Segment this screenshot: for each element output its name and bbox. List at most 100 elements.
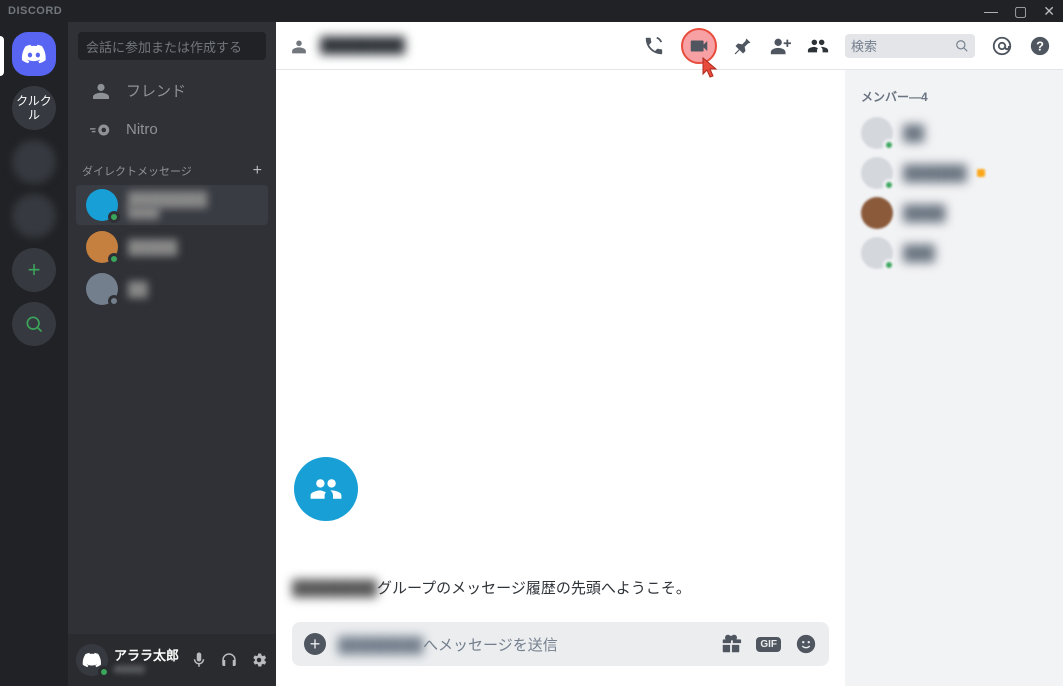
members-header: メンバー—4 [855, 88, 1053, 105]
settings-button[interactable] [250, 651, 268, 669]
dm-header-label: ダイレクトメッセージ [82, 163, 192, 179]
server-item[interactable]: クルクル [12, 86, 56, 130]
cursor-annotation-icon [701, 56, 721, 80]
maximize-button[interactable]: ▢ [1014, 3, 1027, 20]
at-icon [288, 35, 310, 57]
dm-sub: ████ [128, 207, 207, 219]
main-column: ████████ 検索 ? [276, 22, 1063, 686]
badge-icon [977, 169, 985, 177]
deafen-button[interactable] [220, 651, 238, 669]
members-icon [807, 35, 829, 57]
emoji-icon [795, 633, 817, 655]
mention-icon [991, 35, 1013, 57]
attach-button[interactable]: + [304, 633, 326, 655]
dm-item[interactable]: █████ [76, 227, 268, 267]
friends-label: フレンド [126, 80, 186, 101]
dm-item[interactable]: ██ [76, 269, 268, 309]
nitro-label: Nitro [126, 121, 158, 138]
dm-sidebar: 会話に参加または作成する フレンド Nitro ダイレクトメッセージ + ███… [68, 22, 276, 686]
discord-logo-icon [82, 652, 102, 668]
status-dot-icon [883, 259, 895, 271]
member-list: メンバー—4 ██ ██████ ████ ███ [845, 70, 1063, 686]
status-dot-icon [108, 253, 120, 265]
member-avatar [861, 237, 893, 269]
gear-icon [250, 651, 268, 669]
member-avatar [861, 157, 893, 189]
user-info[interactable]: アララ太郎 #0000 [114, 645, 184, 676]
user-tag: #0000 [114, 664, 184, 676]
emoji-button[interactable] [795, 633, 817, 655]
chat-area: ████████グループのメッセージ履歴の先頭へようこそ。 + ████████… [276, 70, 845, 686]
welcome-text: ████████グループのメッセージ履歴の先頭へようこそ。 [292, 577, 829, 598]
message-input[interactable]: + ████████へメッセージを送信 GIF [292, 622, 829, 666]
friends-nav[interactable]: フレンド [76, 72, 268, 109]
explore-button[interactable] [12, 302, 56, 346]
status-dot-icon [98, 666, 110, 678]
header-toolbar: 検索 ? [643, 28, 1051, 64]
dm-avatar [86, 273, 118, 305]
status-dot-icon [883, 179, 895, 191]
nitro-nav[interactable]: Nitro [76, 113, 268, 146]
dm-item[interactable]: ████████ ████ [76, 185, 268, 225]
group-icon [309, 475, 343, 503]
mic-icon [190, 651, 208, 669]
phone-icon [643, 35, 665, 57]
search-placeholder: 検索 [851, 36, 877, 55]
compass-icon [24, 314, 44, 334]
user-plus-icon [769, 35, 791, 57]
member-name: ██ [903, 125, 924, 142]
search-input[interactable]: 検索 [845, 34, 975, 58]
server-item[interactable] [12, 194, 56, 238]
inbox-button[interactable] [991, 35, 1013, 57]
pinned-messages-button[interactable] [733, 36, 753, 56]
message-placeholder: ████████へメッセージを送信 [338, 634, 708, 655]
member-item[interactable]: ██ [855, 113, 1053, 153]
add-server-button[interactable]: + [12, 248, 56, 292]
create-dm-button[interactable]: + [253, 162, 262, 180]
friends-icon [90, 83, 112, 99]
mute-button[interactable] [190, 651, 208, 669]
server-rail: クルクル + [0, 22, 68, 686]
gif-button[interactable]: GIF [756, 637, 781, 652]
nitro-icon [90, 122, 112, 138]
member-avatar [861, 197, 893, 229]
channel-title: ████████ [320, 37, 405, 54]
member-name: ██████ [903, 165, 967, 182]
video-icon [688, 35, 710, 57]
window-controls: — ▢ ✕ [984, 3, 1055, 20]
member-item[interactable]: ████ [855, 193, 1053, 233]
member-avatar [861, 117, 893, 149]
status-dot-icon [108, 295, 120, 307]
status-dot-icon [108, 211, 120, 223]
gift-icon [720, 633, 742, 655]
member-list-button[interactable] [807, 35, 829, 57]
user-avatar[interactable] [76, 644, 108, 676]
dm-name: █████ [128, 239, 178, 255]
close-button[interactable]: ✕ [1043, 3, 1055, 20]
discord-logo-icon [21, 44, 47, 64]
member-item[interactable]: ██████ [855, 153, 1053, 193]
help-button[interactable]: ? [1029, 35, 1051, 57]
home-button[interactable] [12, 32, 56, 76]
user-panel: アララ太郎 #0000 [68, 634, 276, 686]
start-video-call-button[interactable] [681, 28, 717, 64]
group-avatar [294, 457, 358, 521]
server-item[interactable] [12, 140, 56, 184]
quick-switcher[interactable]: 会話に参加または作成する [78, 32, 266, 60]
app-logo: DISCORD [8, 5, 62, 17]
svg-text:?: ? [1036, 38, 1044, 53]
status-dot-icon [883, 139, 895, 151]
add-friends-button[interactable] [769, 35, 791, 57]
gift-button[interactable] [720, 633, 742, 655]
chat-body: ████████グループのメッセージ履歴の先頭へようこそ。 [276, 70, 845, 622]
dm-avatar [86, 231, 118, 263]
start-voice-call-button[interactable] [643, 35, 665, 57]
channel-header: ████████ 検索 ? [276, 22, 1063, 70]
member-name: ███ [903, 245, 935, 262]
headphones-icon [220, 651, 238, 669]
pin-icon [733, 36, 753, 56]
member-item[interactable]: ███ [855, 233, 1053, 273]
minimize-button[interactable]: — [984, 3, 998, 20]
search-icon [955, 39, 969, 53]
member-name: ████ [903, 205, 946, 222]
